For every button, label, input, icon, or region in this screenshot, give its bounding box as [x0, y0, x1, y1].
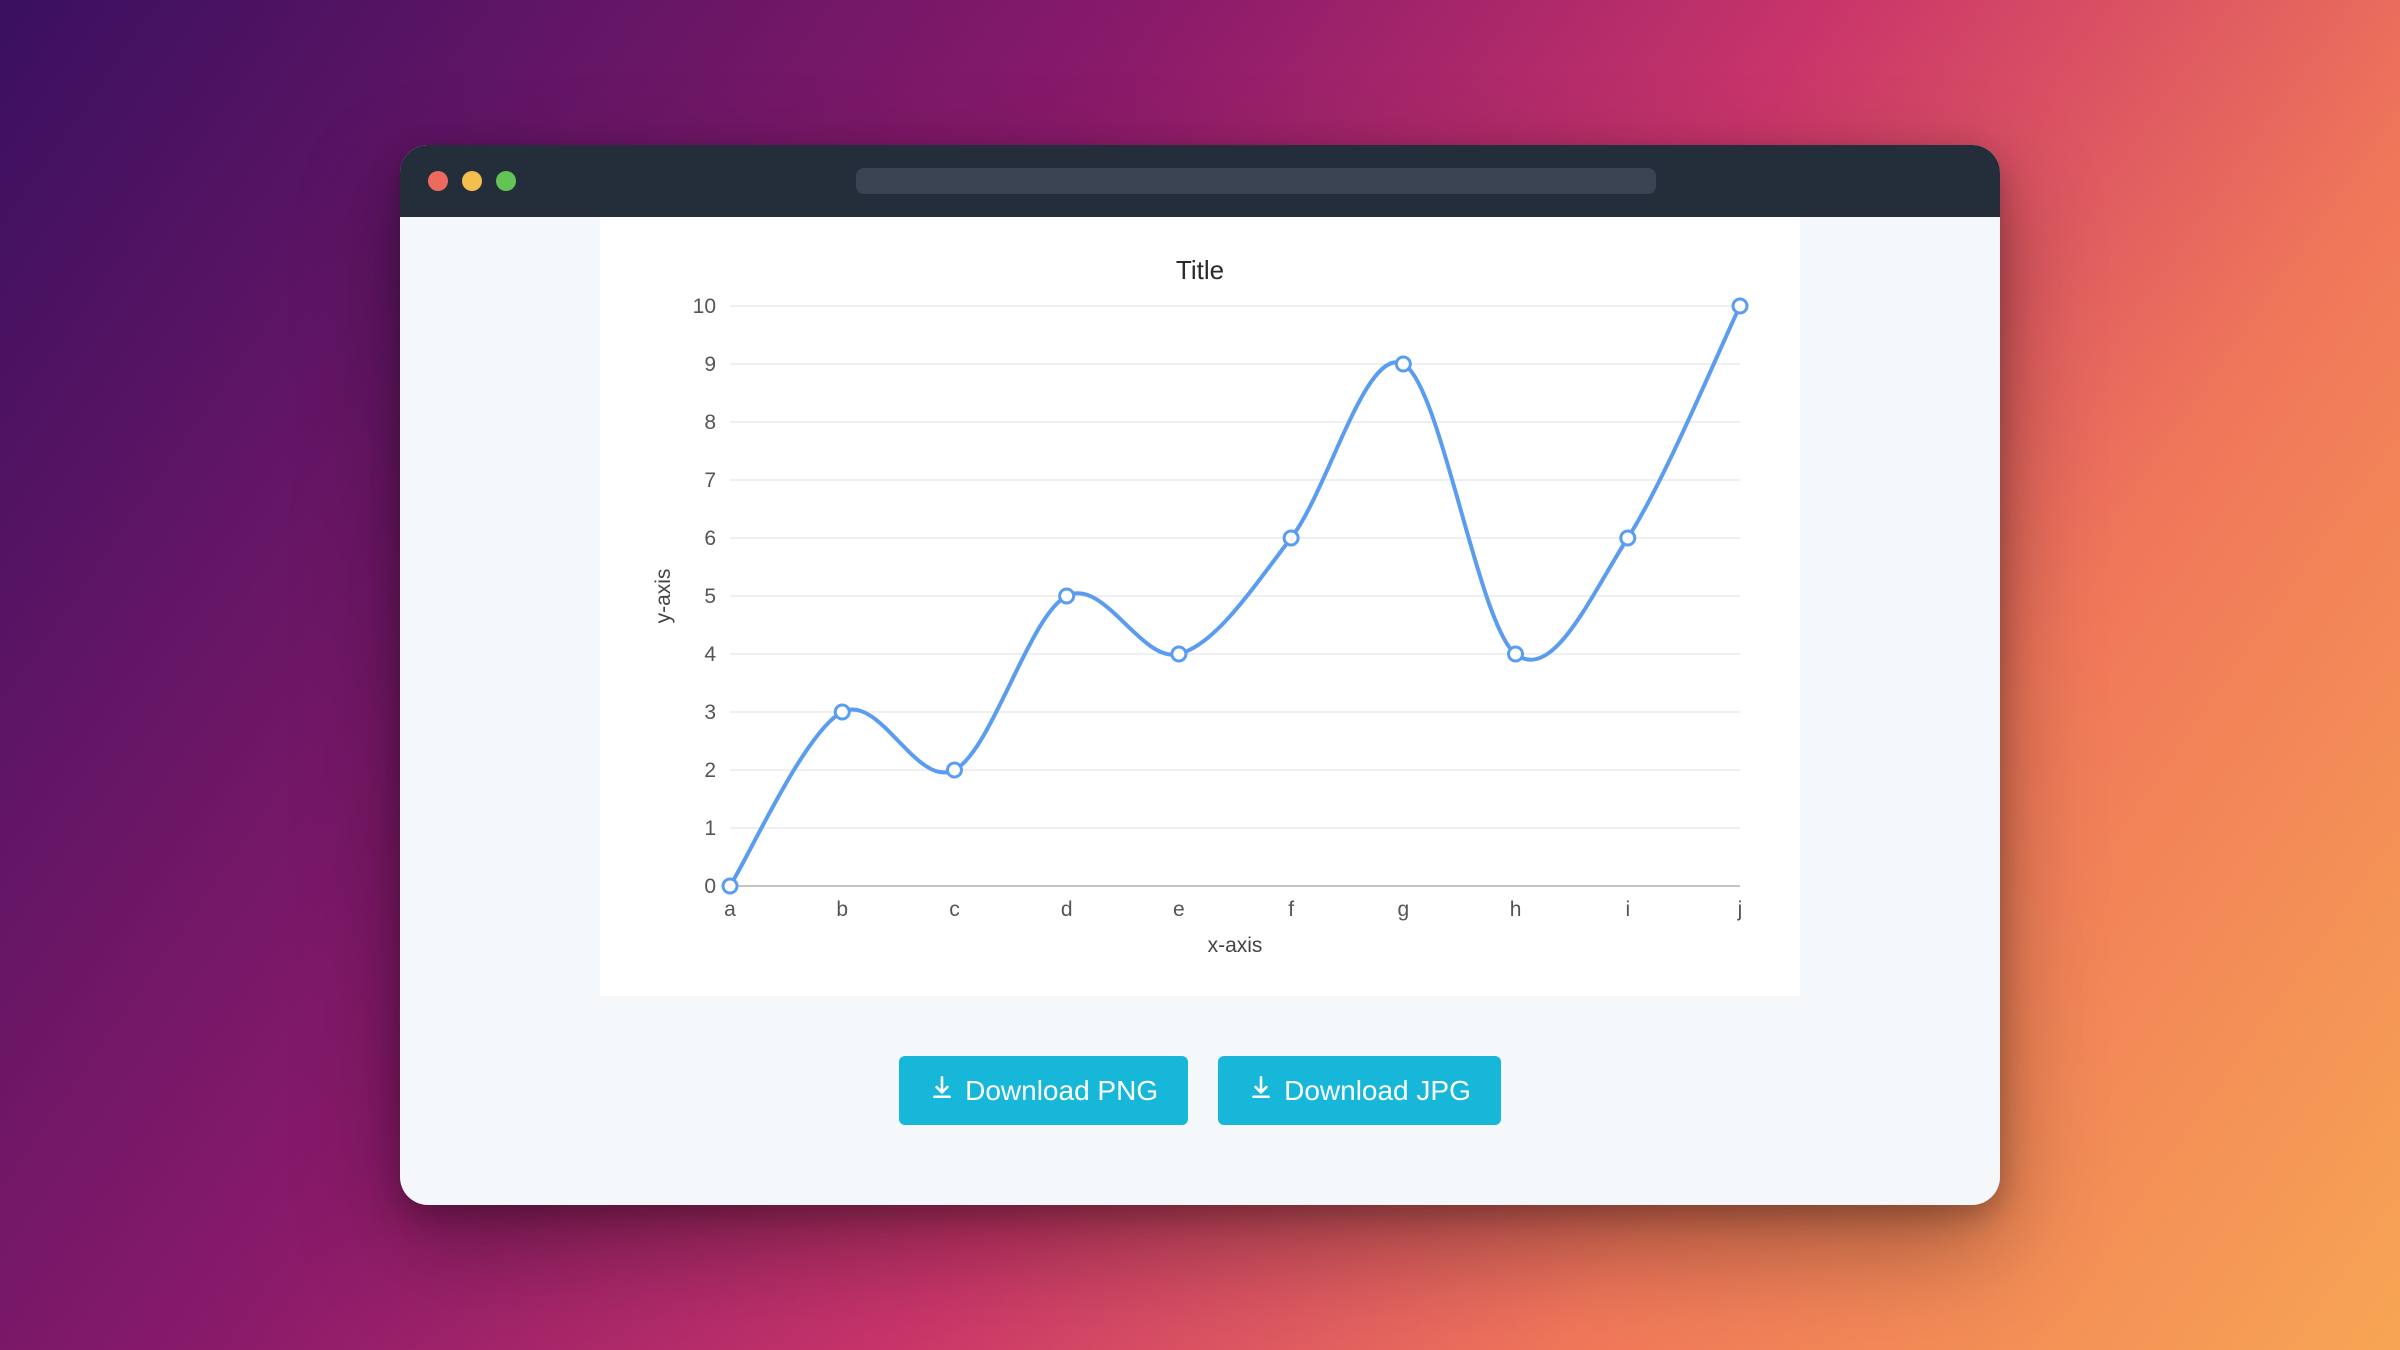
line-chart: 0 1 2 3 4 5 6 7 8 9 10 a b c d e f g h i j x-axis y-axis: [640, 296, 1760, 966]
svg-text:c: c: [949, 898, 960, 921]
svg-text:4: 4: [704, 643, 716, 666]
svg-text:x-axis: x-axis: [1208, 934, 1263, 957]
download-icon: [1248, 1074, 1274, 1107]
close-icon[interactable]: [428, 171, 448, 191]
svg-text:8: 8: [704, 411, 716, 434]
download-icon: [929, 1074, 955, 1107]
svg-text:10: 10: [693, 296, 716, 318]
svg-text:b: b: [836, 898, 848, 921]
minimize-icon[interactable]: [462, 171, 482, 191]
svg-text:2: 2: [704, 759, 716, 782]
svg-text:0: 0: [704, 875, 716, 898]
svg-text:6: 6: [704, 527, 716, 550]
svg-text:i: i: [1625, 898, 1630, 921]
svg-text:a: a: [724, 898, 736, 921]
svg-text:9: 9: [704, 353, 716, 376]
svg-text:h: h: [1510, 898, 1522, 921]
download-png-button[interactable]: Download PNG: [899, 1056, 1188, 1125]
address-bar[interactable]: [856, 168, 1656, 194]
svg-text:f: f: [1288, 898, 1294, 921]
window-controls: [428, 171, 516, 191]
svg-text:3: 3: [704, 701, 716, 724]
window-titlebar: [400, 145, 2000, 217]
download-png-label: Download PNG: [965, 1075, 1158, 1107]
chart-card: Title 0 1 2 3 4 5 6 7 8 9 10 a b c d e f g h i j x-axis y-axis: [600, 217, 1800, 996]
svg-text:e: e: [1173, 898, 1185, 921]
svg-text:y-axis: y-axis: [652, 569, 675, 624]
browser-window: Title 0 1 2 3 4 5 6 7 8 9 10 a b c d e f g h i j x-axis y-axis…: [400, 145, 2000, 1205]
svg-text:7: 7: [704, 469, 716, 492]
download-buttons: Download PNG Download JPG: [899, 1056, 1501, 1125]
svg-text:g: g: [1397, 898, 1409, 921]
maximize-icon[interactable]: [496, 171, 516, 191]
svg-text:j: j: [1737, 898, 1743, 921]
download-jpg-button[interactable]: Download JPG: [1218, 1056, 1501, 1125]
svg-text:1: 1: [704, 817, 716, 840]
chart-title: Title: [640, 255, 1760, 286]
download-jpg-label: Download JPG: [1284, 1075, 1471, 1107]
svg-text:d: d: [1061, 898, 1073, 921]
svg-text:5: 5: [704, 585, 716, 608]
page-content: Title 0 1 2 3 4 5 6 7 8 9 10 a b c d e f g h i j x-axis y-axis…: [400, 217, 2000, 1205]
